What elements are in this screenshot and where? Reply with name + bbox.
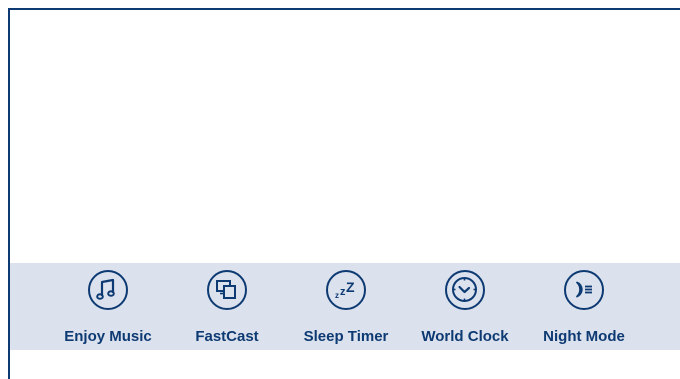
app-label-fastcast: FastCast bbox=[195, 328, 259, 345]
music-note-icon bbox=[88, 270, 128, 310]
app-label-world-clock: World Clock bbox=[421, 328, 509, 345]
moon-icon bbox=[564, 270, 604, 310]
app-item-fastcast[interactable]: FastCast bbox=[172, 270, 282, 350]
svg-text:Z: Z bbox=[346, 279, 355, 295]
app-label-night-mode: Night Mode bbox=[543, 328, 625, 345]
app-item-sleep-timer[interactable]: z z Z Sleep Timer bbox=[291, 270, 401, 350]
app-item-enjoy-music[interactable]: Enjoy Music bbox=[53, 270, 163, 350]
app-label-enjoy-music: Enjoy Music bbox=[64, 328, 152, 345]
clock-icon bbox=[445, 270, 485, 310]
app-label-sleep-timer: Sleep Timer bbox=[303, 328, 389, 345]
app-item-night-mode[interactable]: Night Mode bbox=[529, 270, 639, 350]
screen-cast-icon bbox=[207, 270, 247, 310]
app-bar: Enjoy Music FastCast z z Z Sleep Timer W… bbox=[10, 263, 680, 350]
sleep-zzz-icon: z z Z bbox=[326, 270, 366, 310]
app-item-world-clock[interactable]: World Clock bbox=[410, 270, 520, 350]
svg-text:z: z bbox=[335, 291, 339, 300]
